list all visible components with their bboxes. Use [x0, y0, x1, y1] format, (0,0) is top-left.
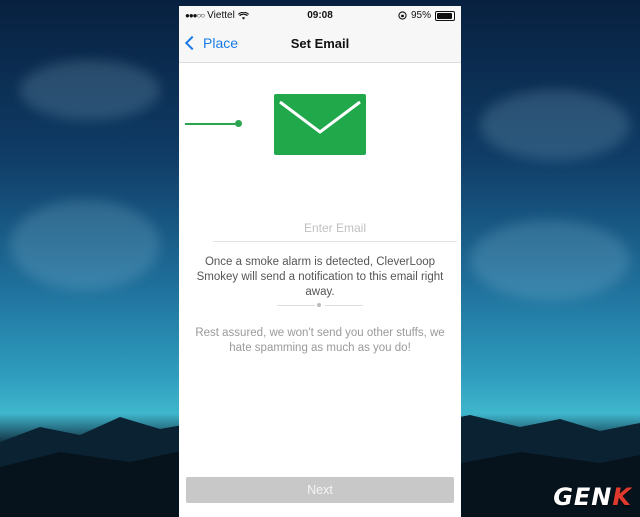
- background-cloud: [20, 60, 160, 120]
- rotation-lock-icon: [398, 11, 407, 20]
- description-text: Once a smoke alarm is detected, CleverLo…: [196, 256, 444, 298]
- background-cloud: [470, 220, 630, 300]
- phone-screen: ●●●○○ Viettel 09:08 95% Place Set Email: [179, 6, 461, 517]
- reassurance-text: Rest assured, we won't send you other st…: [195, 327, 445, 354]
- progress-dot: [235, 120, 242, 127]
- background-cloud: [10, 200, 160, 290]
- page-title: Set Email: [290, 36, 350, 51]
- status-bar: ●●●○○ Viettel 09:08 95%: [179, 6, 461, 26]
- progress-line: [185, 123, 238, 125]
- battery-icon: [435, 10, 455, 21]
- battery-fill: [437, 12, 453, 19]
- next-button[interactable]: Next: [186, 477, 454, 503]
- watermark-logo: GENK: [553, 483, 632, 511]
- divider-dot: [317, 303, 321, 307]
- battery-percent: 95%: [410, 10, 431, 21]
- navigation-bar: Place Set Email: [179, 26, 461, 63]
- status-right: 95%: [398, 10, 455, 21]
- email-field[interactable]: [213, 215, 457, 242]
- envelope-icon: [274, 94, 366, 155]
- divider-left: [277, 305, 315, 306]
- background-cloud: [480, 90, 630, 160]
- divider-right: [325, 305, 363, 306]
